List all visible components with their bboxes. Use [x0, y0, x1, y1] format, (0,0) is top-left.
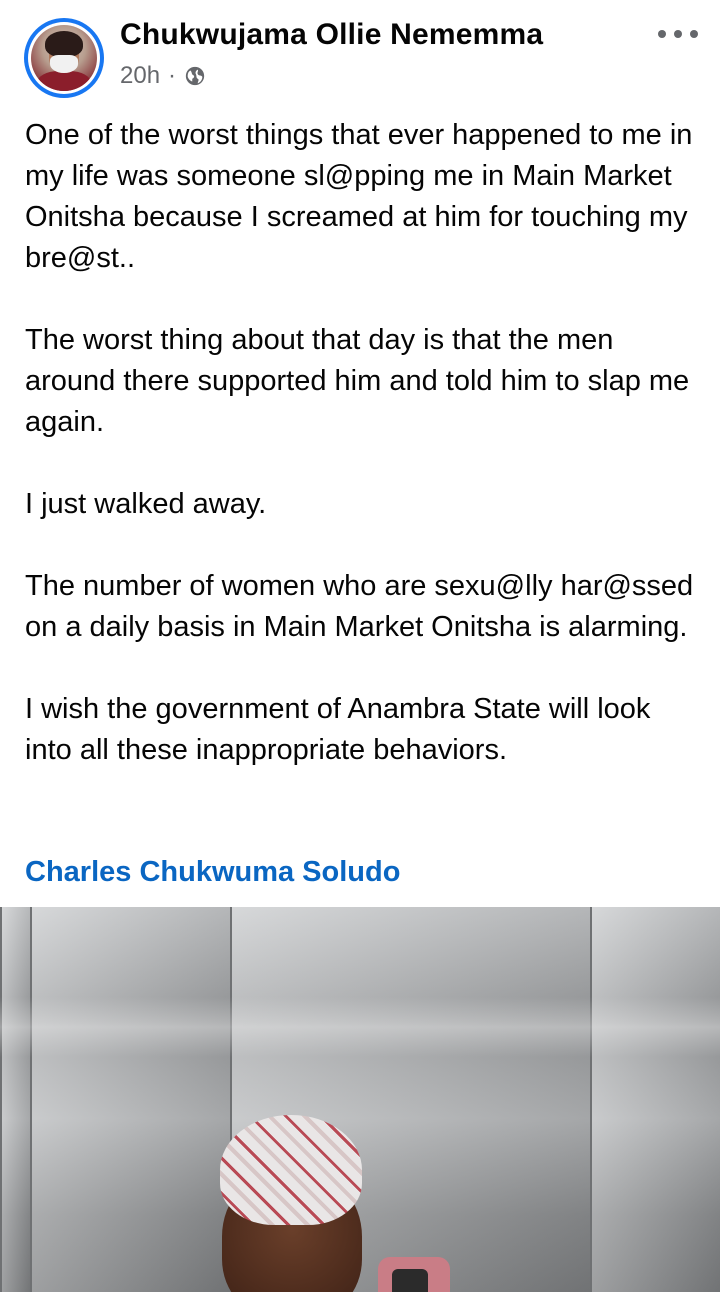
elevator-panel [590, 907, 720, 1292]
post-paragraph: The worst thing about that day is that t… [25, 324, 690, 438]
avatar-frame [28, 22, 100, 94]
author-name[interactable]: Chukwujama Ollie Nememma [120, 18, 543, 52]
post-time[interactable]: 20h [120, 62, 160, 90]
post-paragraph: One of the worst things that ever happen… [25, 119, 693, 274]
head-wrap [220, 1115, 362, 1225]
more-options-button[interactable] [658, 22, 698, 46]
meta-separator: · [168, 62, 177, 89]
elevator-panel [0, 907, 32, 1292]
more-options-icon-dot [674, 30, 682, 38]
avatar-hair [45, 31, 83, 57]
avatar-mask [50, 55, 78, 73]
post-paragraph: I wish the government of Anambra State w… [25, 693, 651, 766]
post-meta: 20h · [120, 62, 206, 90]
more-options-icon [658, 30, 666, 38]
mention-link[interactable]: Charles Chukwuma Soludo [25, 852, 400, 893]
post-text: One of the worst things that ever happen… [25, 115, 697, 812]
elevator-panel [30, 907, 232, 1292]
more-options-icon-dot [690, 30, 698, 38]
post-photo[interactable] [0, 907, 720, 1292]
metal-sheen [0, 997, 720, 1057]
post-header: Chukwujama Ollie Nememma 20h · [0, 0, 720, 108]
post-paragraph: The number of women who are sexu@lly har… [25, 570, 694, 643]
post-paragraph: I just walked away. [25, 488, 267, 520]
avatar-shirt [37, 71, 91, 91]
author-avatar[interactable] [24, 18, 104, 98]
avatar-photo [31, 25, 97, 91]
camera-lens [392, 1269, 428, 1292]
globe-icon[interactable] [184, 65, 206, 87]
